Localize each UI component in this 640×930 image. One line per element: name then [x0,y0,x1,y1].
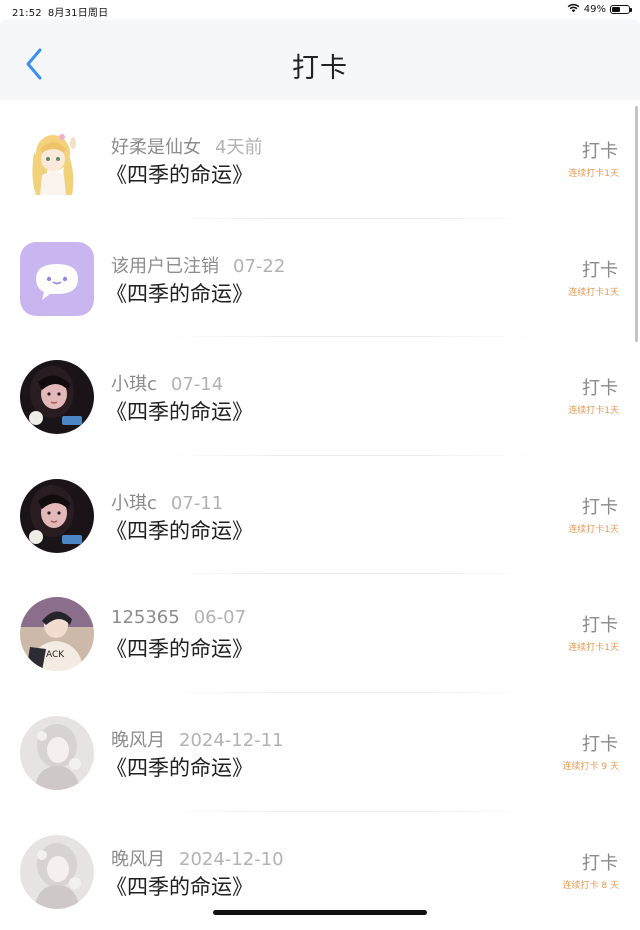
list-item[interactable]: 小琪c 07-11 《四季的命运》 打卡 连续打卡1天 [0,456,640,575]
item-meta: 好柔是仙女 4天前 [111,133,262,159]
timestamp: 06-07 [193,607,247,629]
list-item[interactable]: ACK 125365 06-07 《四季的命运》 打卡 连续打卡1天 [0,574,640,693]
battery-percent: 49% [583,4,606,15]
username[interactable]: 小琪c [111,374,157,395]
book-title[interactable]: 《四季的命运》 [106,633,253,663]
streak-label: 连续打卡1天 [568,524,619,535]
checkin-button[interactable]: 打卡 [582,137,618,163]
battery-icon [610,5,632,14]
checkin-button[interactable]: 打卡 [582,611,618,637]
list-item[interactable]: 好柔是仙女 4天前 《四季的命运》 打卡 连续打卡1天 [0,100,640,219]
timestamp: 07-11 [170,492,224,514]
streak-label: 连续打卡1天 [568,643,619,654]
item-meta: 小琪c 07-14 [111,370,223,396]
timestamp: 07-14 [170,374,224,396]
status-time: 21:52 [12,8,42,19]
checkin-button[interactable]: 打卡 [582,374,618,400]
checkin-button[interactable]: 打卡 [582,849,618,875]
streak-label: 连续打卡1天 [568,169,619,179]
scrollbar[interactable] [635,106,638,342]
status-bar: 21:52 8月31日周日 49% [0,0,640,20]
list-item[interactable]: 小琪c 07-14 《四季的命运》 打卡 连续打卡1天 [0,337,640,456]
username[interactable]: 好柔是仙女 [111,137,201,158]
username[interactable]: 晚风月 [111,849,165,870]
username[interactable]: 晚风月 [111,730,165,751]
checkin-list: 好柔是仙女 4天前 《四季的命运》 打卡 连续打卡1天 该用户已注销 07-22 《… [0,100,640,930]
avatar[interactable] [20,123,94,197]
status-left: 21:52 8月31日周日 [12,4,108,19]
streak-label: 连续打卡 8 天 [562,880,619,891]
home-indicator[interactable] [213,910,427,915]
book-title[interactable]: 《四季的命运》 [106,278,253,308]
battery-fill [612,7,620,12]
item-meta: 晚风月 2024-12-11 [111,726,284,752]
timestamp: 07-22 [233,255,286,277]
avatar[interactable] [20,715,94,790]
item-meta: 该用户已注销 07-22 [111,252,285,278]
avatar[interactable] [20,834,94,909]
checkin-button[interactable]: 打卡 [582,493,618,519]
book-title[interactable]: 《四季的命运》 [106,396,253,426]
avatar[interactable] [20,241,94,316]
checkin-button[interactable]: 打卡 [582,256,618,282]
timestamp: 4天前 [215,137,263,158]
avatar[interactable] [20,360,94,435]
book-title[interactable]: 《四季的命运》 [106,159,253,189]
timestamp: 2024-12-10 [179,848,284,870]
status-right: 49% [567,3,632,16]
nav-header: 打卡 [0,20,640,98]
item-meta: 小琪c 07-11 [111,489,223,515]
streak-label: 连续打卡1天 [568,406,619,417]
item-meta: 125365 06-07 [111,607,246,628]
item-meta: 晚风月 2024-12-10 [111,845,284,871]
status-date: 8月31日周日 [47,8,109,19]
username[interactable]: 该用户已注销 [111,256,219,277]
timestamp: 2024-12-11 [179,729,284,751]
avatar[interactable] [20,478,94,553]
list-item[interactable]: 晚风月 2024-12-11 《四季的命运》 打卡 连续打卡 9 天 [0,693,640,812]
streak-label: 连续打卡1天 [568,287,619,298]
avatar[interactable]: ACK [20,597,94,672]
book-title[interactable]: 《四季的命运》 [106,515,253,545]
list-item[interactable]: 该用户已注销 07-22 《四季的命运》 打卡 连续打卡1天 [0,219,640,338]
book-title[interactable]: 《四季的命运》 [106,752,253,782]
username[interactable]: 小琪c [111,493,157,514]
checkin-button[interactable]: 打卡 [582,730,618,756]
username[interactable]: 125365 [111,607,180,628]
svg-text:ACK: ACK [46,650,65,660]
wifi-icon [567,3,580,16]
streak-label: 连续打卡 9 天 [562,761,619,772]
book-title[interactable]: 《四季的命运》 [106,871,253,901]
page-title: 打卡 [292,53,348,84]
